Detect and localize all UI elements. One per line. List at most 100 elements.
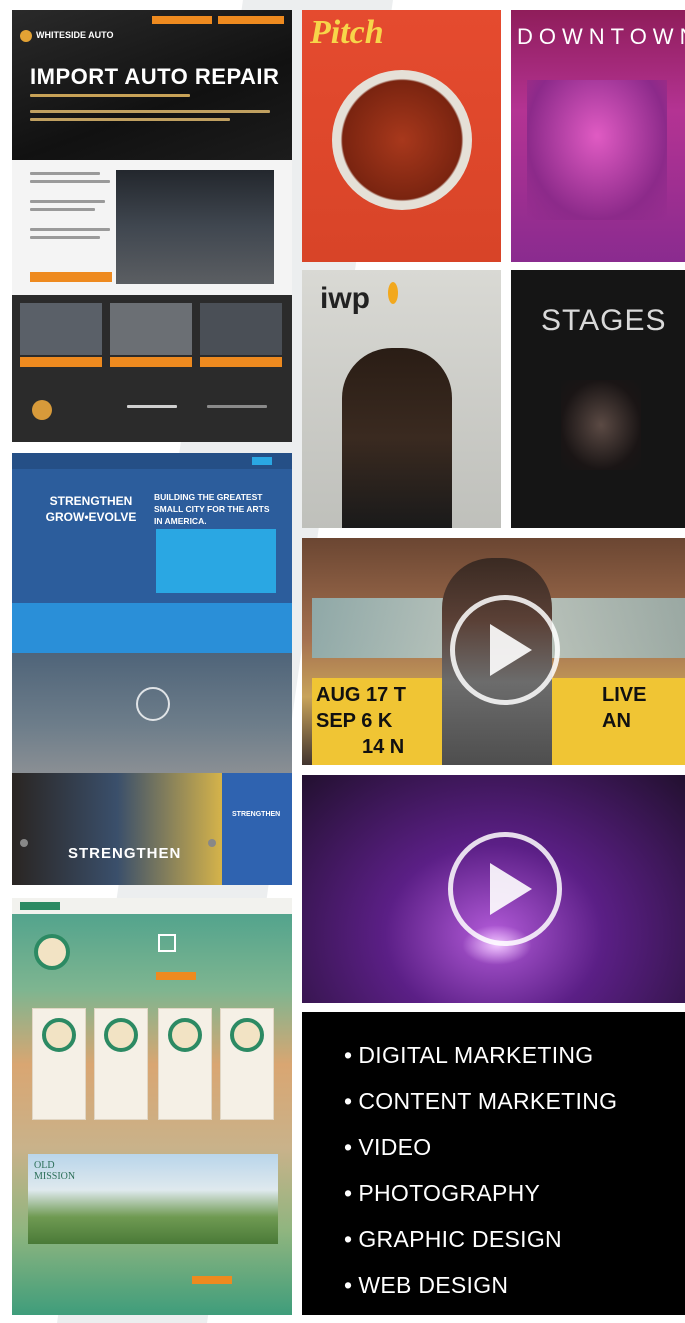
services-bullet: • [344,1088,353,1114]
marquee-row1: AUG 17 T [316,684,407,706]
auto-about-line [30,228,110,231]
auto-header-button [218,16,284,24]
theatre-nav-bar [12,453,292,469]
services-bullet: • [344,1272,353,1298]
auto-service-photo [20,303,102,355]
theatre-banner-photo [12,773,222,885]
theatre-tagline-line2: GROW•EVOLVE [45,510,137,524]
auto-copy-line [30,110,270,113]
theatre-side-panel [222,773,292,885]
mission-logo-icon [20,902,60,910]
auto-copy-line [30,118,230,121]
auto-service-button [200,357,282,367]
auto-footer-logo-icon [32,400,52,420]
iwp-portrait-photo [342,348,452,528]
auto-service-photo [200,303,282,355]
theatre-headline-line3: IN AMERICA. [154,516,207,526]
services-item: • WEB DESIGN [344,1268,617,1314]
stages-magazine-cover[interactable]: STAGES [511,270,685,528]
mission-w-icon [158,934,176,952]
mission-footer-button [192,1276,232,1284]
play-triangle-icon [490,863,532,915]
auto-logo-icon [20,30,32,42]
mission-card-badge-icon [230,1018,264,1052]
theatre-headline-line1: BUILDING THE GREATEST [154,492,263,502]
services-item-label: VIDEO [358,1134,432,1160]
services-item-label: PHOTOGRAPHY [358,1180,541,1206]
auto-about-line [30,208,95,211]
theatre-info-box [156,529,276,593]
theatre-play-icon[interactable] [136,687,170,721]
auto-service-button [20,357,102,367]
marquee-video-thumbnail[interactable]: AUG 17 T LIVE SEP 6 K AN 14 N [302,538,685,765]
services-panel: • DIGITAL MARKETING • CONTENT MARKETING • V… [302,1012,685,1315]
services-item-label: CONTENT MARKETING [358,1088,618,1114]
auto-site-hero[interactable]: WHITESIDE AUTO IMPORT AUTO REPAIR [12,10,292,160]
auto-headline: IMPORT AUTO REPAIR [30,64,280,89]
mission-hero-button [156,972,196,980]
theatre-tagline-line1: STRENGTHEN [49,494,133,508]
auto-cta-button [30,272,112,282]
iwp-accent-icon [388,282,398,304]
theatre-prev-arrow-icon[interactable] [20,839,28,847]
theatre-site-hero[interactable]: STRENGTHEN GROW•EVOLVE BUILDING THE GREA… [12,453,292,773]
services-item-label: WEB DESIGN [358,1272,509,1298]
mission-card-badge-icon [42,1018,76,1052]
mission-logo-line1: OLD [34,1160,55,1171]
stages-title: STAGES [541,304,667,337]
services-item-label: GRAPHIC DESIGN [358,1226,562,1252]
iwp-magazine-cover[interactable]: iwp [302,270,501,528]
auto-site-services[interactable] [12,295,292,442]
downtown-stage-photo [527,80,667,220]
auto-footer-line [127,405,177,408]
marquee-row2: SEP 6 K [316,710,393,732]
theatre-nav-button [252,457,272,465]
theatre-tagline: STRENGTHEN GROW•EVOLVE [36,493,146,525]
marquee-row3: 14 N [362,736,405,758]
auto-about-line [30,236,100,239]
auto-site-about[interactable] [12,160,292,295]
marquee-row2-right: AN [602,710,631,732]
theatre-next-arrow-icon[interactable] [208,839,216,847]
services-bullet: • [344,1226,353,1252]
theatre-video-thumbnail[interactable] [302,775,685,1003]
theatre-cta-band [12,603,292,653]
services-item: • DIGITAL MARKETING [344,1038,617,1084]
mission-card-badge-icon [168,1018,202,1052]
theatre-side-word: STRENGTHEN [232,811,281,818]
theatre-headline: BUILDING THE GREATEST SMALL CITY FOR THE… [154,491,284,527]
pitch-title: Pitch [310,14,384,51]
auto-about-line [30,200,105,203]
downtown-magazine-cover[interactable]: DOWNTOWN [511,10,685,262]
iwp-title: iwp [320,282,370,315]
auto-about-line [30,172,100,175]
auto-footer-line [207,405,267,408]
downtown-title: DOWNTOWN [517,24,685,49]
auto-about-line [30,180,110,183]
services-item-label: DIGITAL MARKETING [358,1042,594,1068]
services-item: • GRAPHIC DESIGN [344,1222,617,1268]
services-bullet: • [344,1180,353,1206]
mission-card-badge-icon [104,1018,138,1052]
services-item: • PHOTOGRAPHY [344,1176,617,1222]
auto-service-photo [110,303,192,355]
services-list: • DIGITAL MARKETING • CONTENT MARKETING • V… [344,1038,617,1314]
auto-header-button [152,16,212,24]
services-item: • VIDEO [344,1130,617,1176]
theatre-site-banner[interactable]: STRENGTHEN STRENGTHEN [12,773,292,885]
marquee-row1-right: LIVE [602,684,647,706]
stages-dancers-photo [561,380,641,470]
theatre-headline-line2: SMALL CITY FOR THE ARTS [154,504,270,514]
auto-subline [30,94,190,97]
auto-garage-photo [116,170,274,284]
auto-service-button [110,357,192,367]
auto-brand: WHITESIDE AUTO [36,30,114,40]
pitch-food-photo [332,70,472,210]
mission-site[interactable]: OLD MISSION [12,898,292,1315]
pitch-magazine-cover[interactable]: Pitch [302,10,501,262]
services-bullet: • [344,1042,353,1068]
mission-seal-icon [34,934,70,970]
services-bullet: • [344,1134,353,1160]
services-item: • CONTENT MARKETING [344,1084,617,1130]
mission-logo-line2: MISSION [34,1171,76,1182]
